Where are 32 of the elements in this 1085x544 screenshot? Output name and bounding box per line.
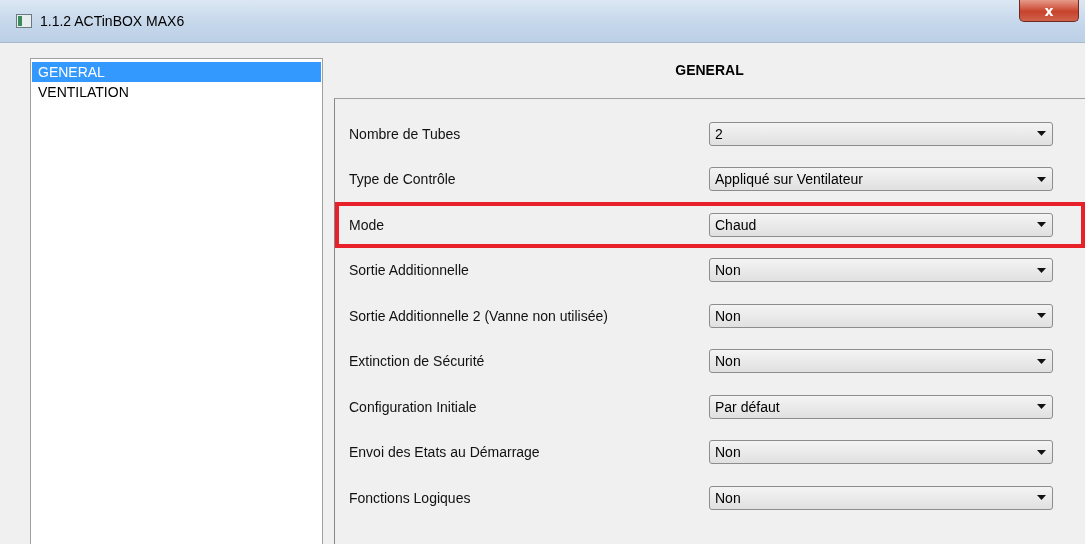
setting-label: Fonctions Logiques: [349, 489, 472, 506]
caret-icon: [1037, 222, 1046, 228]
caret-icon: [1037, 313, 1046, 319]
caret-icon: [1037, 176, 1046, 182]
caret-icon: [1037, 358, 1046, 364]
dropdown[interactable]: Non: [709, 485, 1053, 510]
panel-title: GENERAL: [674, 61, 745, 80]
window-title: 1.1.2 ACTinBOX MAX6: [40, 13, 185, 29]
caret-icon: [1037, 404, 1046, 410]
dropdown[interactable]: Non: [709, 258, 1053, 283]
setting-label: Sortie Additionnelle: [349, 262, 470, 279]
setting-label: Envoi des Etats au Démarrage: [349, 444, 541, 461]
setting-label: Type de Contrôle: [349, 171, 457, 188]
dropdown[interactable]: Non: [709, 303, 1053, 328]
setting-label: Configuration Initiale: [349, 398, 478, 415]
setting-label: Sortie Additionnelle 2 (Vanne non utilisée): [349, 307, 609, 324]
caret-icon: [1037, 131, 1046, 137]
dropdown[interactable]: Appliqué sur Ventilateur: [709, 167, 1053, 192]
section-item[interactable]: VENTILATION: [32, 82, 321, 102]
setting-label: Nombre de Tubes: [349, 125, 462, 142]
dropdown[interactable]: Non: [709, 349, 1053, 374]
setting-label: Mode: [349, 216, 386, 233]
close-button[interactable]: x: [1019, 0, 1079, 22]
caret-icon: [1037, 495, 1046, 501]
dropdown[interactable]: 2: [709, 121, 1053, 146]
dropdown[interactable]: Chaud: [709, 212, 1053, 237]
caret-icon: [1037, 449, 1046, 455]
caret-icon: [1037, 267, 1046, 273]
setting-label: Extinction de Sécurité: [349, 353, 486, 370]
dropdown[interactable]: Par défaut: [709, 394, 1053, 419]
window-icon: [16, 14, 32, 28]
dropdown[interactable]: Non: [709, 440, 1053, 465]
